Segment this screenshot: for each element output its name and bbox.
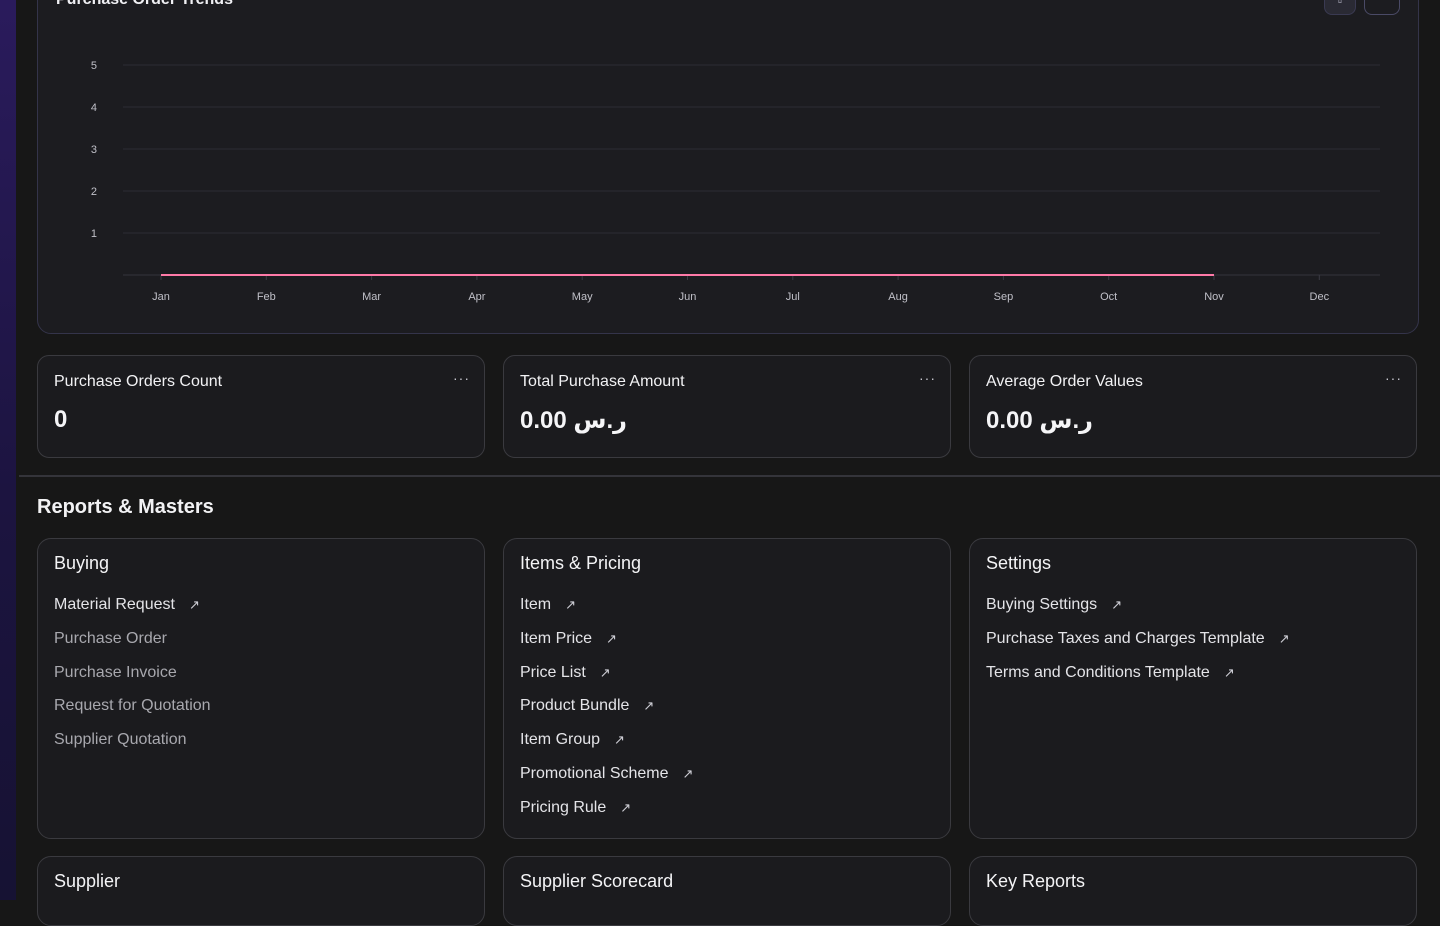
link-label[interactable]: Supplier Quotation bbox=[54, 731, 187, 748]
link-label[interactable]: Request for Quotation bbox=[54, 697, 211, 714]
link-item[interactable]: Item ↗ bbox=[520, 596, 693, 630]
card-supplier: Supplier bbox=[37, 856, 485, 926]
external-link-icon: ↗ bbox=[189, 597, 200, 613]
link-label[interactable]: Terms and Conditions Template bbox=[986, 664, 1210, 681]
link-terms-conditions-template[interactable]: Terms and Conditions Template ↗ bbox=[986, 664, 1290, 698]
x-tick-label: Nov bbox=[1204, 291, 1224, 303]
link-label[interactable]: Price List bbox=[520, 664, 586, 681]
y-tick-label: 5 bbox=[91, 60, 97, 72]
y-tick-label: 3 bbox=[91, 144, 97, 156]
external-link-icon: ↗ bbox=[614, 732, 625, 748]
x-tick-label: Jun bbox=[679, 291, 697, 303]
stat-menu-button[interactable]: ··· bbox=[453, 370, 470, 386]
card-heading: Supplier bbox=[54, 871, 120, 892]
card-buying: Buying Material Request ↗ Purchase Order … bbox=[37, 538, 485, 839]
stat-value: 0.00 ر.س bbox=[986, 406, 1093, 435]
link-label[interactable]: Buying Settings bbox=[986, 596, 1097, 613]
card-heading: Settings bbox=[986, 553, 1051, 574]
card-items-pricing: Items & Pricing Item ↗ Item Price ↗ Price … bbox=[503, 538, 951, 839]
stat-card-total-purchase-amount: Total Purchase Amount ··· 0.00 ر.س bbox=[503, 355, 951, 458]
link-buying-settings[interactable]: Buying Settings ↗ bbox=[986, 596, 1290, 630]
y-tick-label: 4 bbox=[91, 102, 97, 114]
stat-card-purchase-orders-count: Purchase Orders Count ··· 0 bbox=[37, 355, 485, 458]
link-label[interactable]: Pricing Rule bbox=[520, 799, 606, 816]
link-material-request[interactable]: Material Request ↗ bbox=[54, 596, 211, 630]
link-product-bundle[interactable]: Product Bundle ↗ bbox=[520, 697, 693, 731]
external-link-icon: ↗ bbox=[1111, 597, 1122, 613]
link-label[interactable]: Material Request bbox=[54, 596, 175, 613]
x-tick-label: Jan bbox=[152, 291, 170, 303]
purchase-order-trends-card: Purchase Order Trends ⇧ ⋯ 12345JanFebMar… bbox=[37, 0, 1419, 334]
external-link-icon: ↗ bbox=[683, 766, 694, 782]
link-supplier-quotation[interactable]: Supplier Quotation bbox=[54, 731, 211, 765]
link-label[interactable]: Purchase Order bbox=[54, 630, 167, 647]
external-link-icon: ↗ bbox=[620, 800, 631, 816]
trend-chart-svg: 1 2 3 4 5 Jan Feb Mar Apr May Jun Jul Aug Sep Oct Nov De… bbox=[38, 0, 1420, 335]
card-supplier-scorecard: Supplier Scorecard bbox=[503, 856, 951, 926]
x-tick-label: Mar bbox=[362, 291, 381, 303]
x-tick-label: Dec bbox=[1310, 291, 1330, 303]
stat-value: 0 bbox=[54, 406, 67, 434]
stat-card-average-order-values: Average Order Values ··· 0.00 ر.س bbox=[969, 355, 1417, 458]
card-settings: Settings Buying Settings ↗ Purchase Taxes… bbox=[969, 538, 1417, 839]
stat-menu-button[interactable]: ··· bbox=[1385, 370, 1402, 386]
stat-menu-button[interactable]: ··· bbox=[919, 370, 936, 386]
main-content: Purchase Order Trends ⇧ ⋯ 12345JanFebMar… bbox=[16, 0, 1440, 900]
stat-title: Purchase Orders Count bbox=[54, 373, 222, 391]
link-list: Buying Settings ↗ Purchase Taxes and Char… bbox=[986, 596, 1290, 697]
link-label[interactable]: Item bbox=[520, 596, 551, 613]
link-list: Item ↗ Item Price ↗ Price List ↗ Product Bu… bbox=[520, 596, 693, 833]
card-key-reports: Key Reports bbox=[969, 856, 1417, 926]
x-tick-label: Oct bbox=[1100, 291, 1117, 303]
section-divider bbox=[19, 475, 1440, 477]
link-item-price[interactable]: Item Price ↗ bbox=[520, 630, 693, 664]
x-tick-label: Apr bbox=[468, 291, 485, 303]
link-label[interactable]: Purchase Taxes and Charges Template bbox=[986, 630, 1265, 647]
external-link-icon: ↗ bbox=[565, 597, 576, 613]
x-tick-label: Feb bbox=[257, 291, 276, 303]
link-label[interactable]: Purchase Invoice bbox=[54, 664, 177, 681]
stat-value: 0.00 ر.س bbox=[520, 406, 627, 435]
external-link-icon: ↗ bbox=[1279, 631, 1290, 647]
link-purchase-order[interactable]: Purchase Order bbox=[54, 630, 211, 664]
card-heading: Buying bbox=[54, 553, 109, 574]
external-link-icon: ↗ bbox=[1224, 665, 1235, 681]
stat-title: Total Purchase Amount bbox=[520, 373, 685, 391]
external-link-icon: ↗ bbox=[643, 698, 654, 714]
link-promotional-scheme[interactable]: Promotional Scheme ↗ bbox=[520, 765, 693, 799]
link-purchase-taxes-template[interactable]: Purchase Taxes and Charges Template ↗ bbox=[986, 630, 1290, 664]
card-heading: Items & Pricing bbox=[520, 553, 641, 574]
x-tick-label: Aug bbox=[888, 291, 908, 303]
stat-title: Average Order Values bbox=[986, 373, 1143, 391]
y-tick-label: 1 bbox=[91, 228, 97, 240]
link-purchase-invoice[interactable]: Purchase Invoice bbox=[54, 664, 211, 698]
link-label[interactable]: Product Bundle bbox=[520, 697, 629, 714]
sidebar-edge bbox=[0, 0, 16, 900]
link-label[interactable]: Promotional Scheme bbox=[520, 765, 669, 782]
link-pricing-rule[interactable]: Pricing Rule ↗ bbox=[520, 799, 693, 833]
external-link-icon: ↗ bbox=[606, 631, 617, 647]
link-list: Material Request ↗ Purchase Order Purchas… bbox=[54, 596, 211, 765]
external-link-icon: ↗ bbox=[600, 665, 611, 681]
link-label[interactable]: Item Group bbox=[520, 731, 600, 748]
link-request-for-quotation[interactable]: Request for Quotation bbox=[54, 697, 211, 731]
link-label[interactable]: Item Price bbox=[520, 630, 592, 647]
x-tick-label: Jul bbox=[786, 291, 800, 303]
card-heading: Key Reports bbox=[986, 871, 1085, 892]
card-heading: Supplier Scorecard bbox=[520, 871, 673, 892]
x-tick-label: May bbox=[572, 291, 593, 303]
section-title: Reports & Masters bbox=[37, 496, 214, 519]
link-price-list[interactable]: Price List ↗ bbox=[520, 664, 693, 698]
link-item-group[interactable]: Item Group ↗ bbox=[520, 731, 693, 765]
y-tick-label: 2 bbox=[91, 186, 97, 198]
x-tick-label: Sep bbox=[994, 291, 1014, 303]
